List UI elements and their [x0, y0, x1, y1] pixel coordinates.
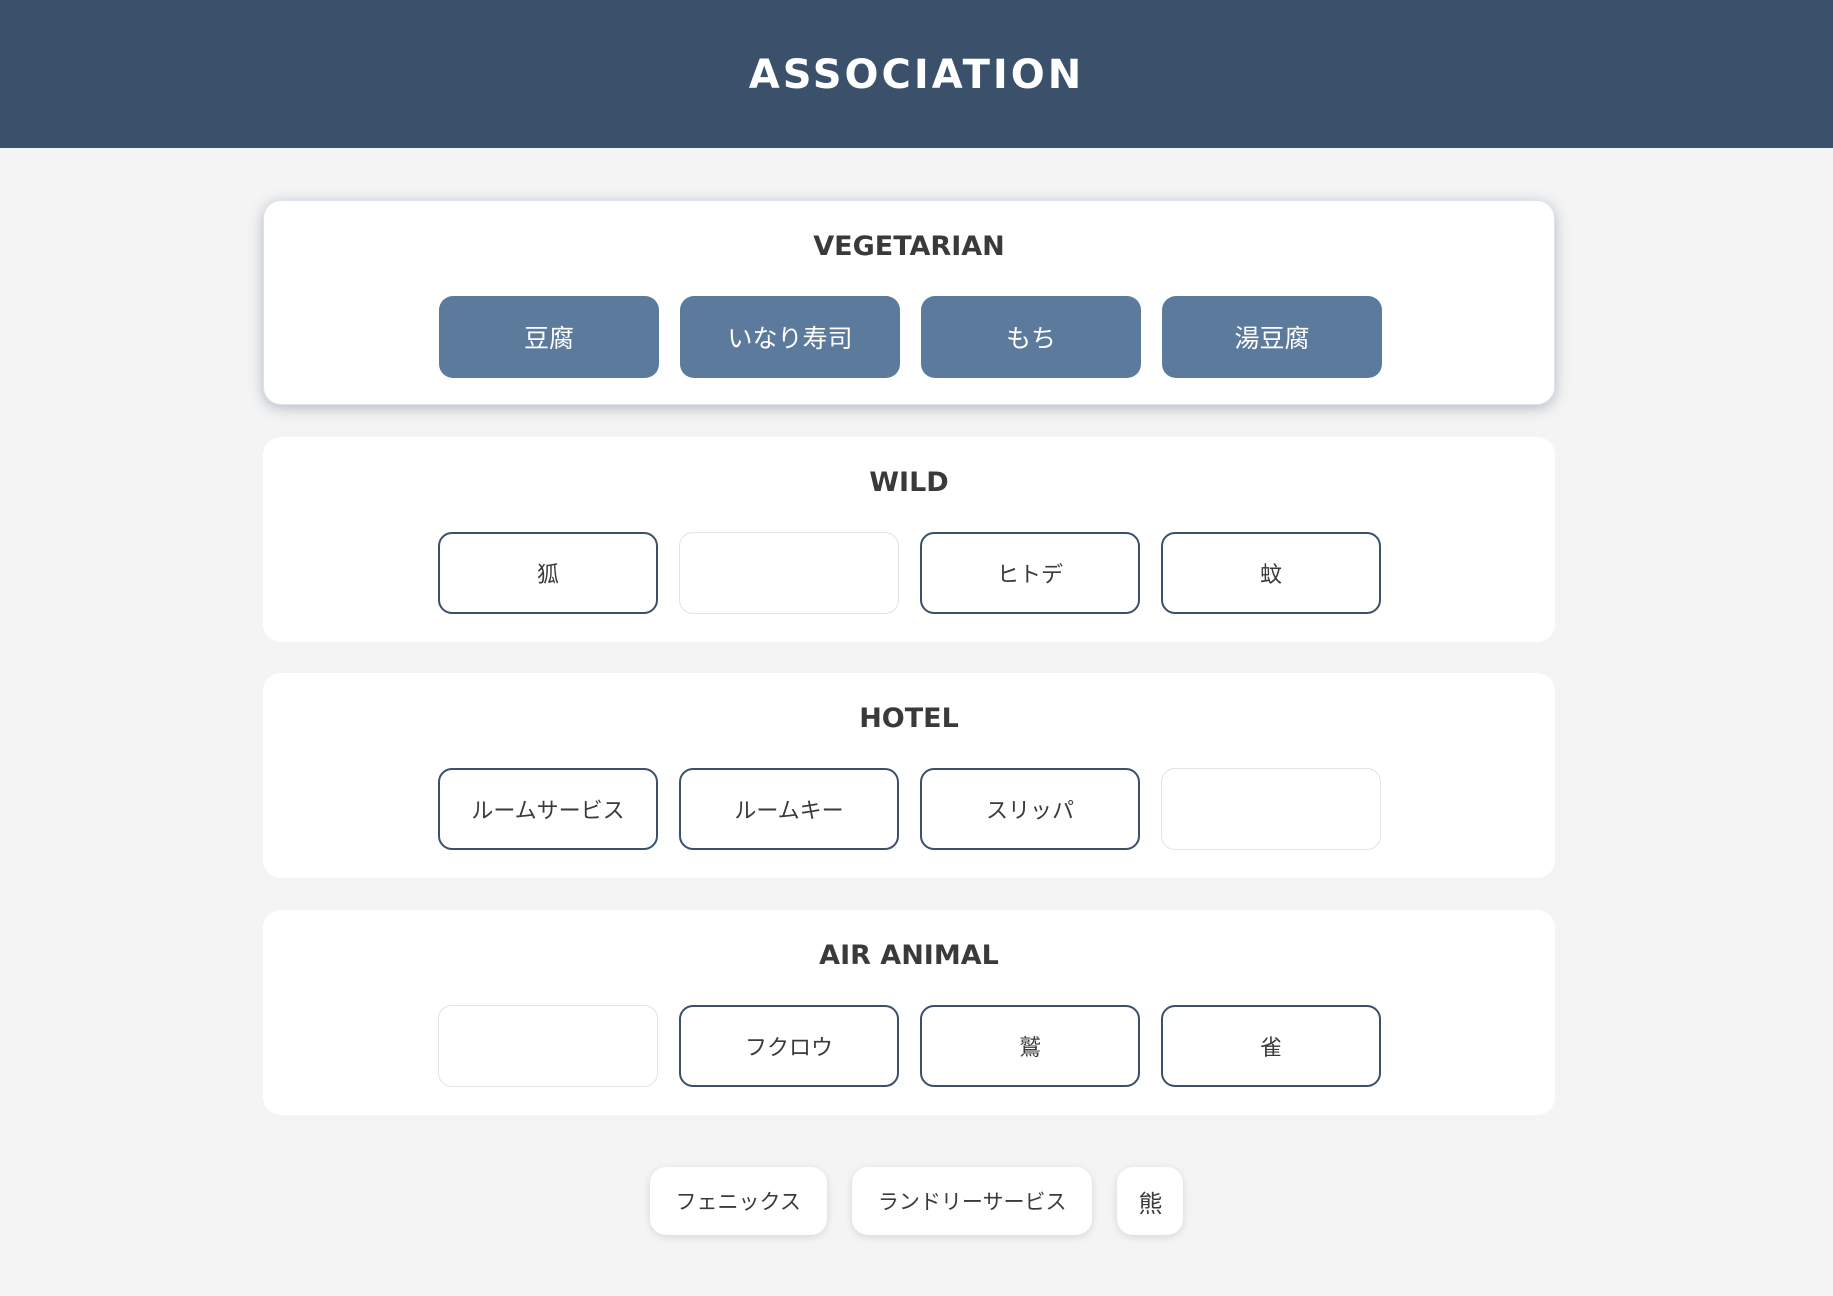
- group-title: WILD: [869, 467, 949, 498]
- word-tile[interactable]: 雀: [1161, 1005, 1381, 1087]
- word-pool: フェニックス ランドリーサービス 熊: [0, 1167, 1833, 1235]
- group-slots: 狐 ヒトデ 蚊: [438, 532, 1381, 614]
- word-tile[interactable]: ヒトデ: [920, 532, 1140, 614]
- word-tile[interactable]: 豆腐: [439, 296, 659, 378]
- group-title: VEGETARIAN: [813, 231, 1005, 262]
- empty-slot[interactable]: [438, 1005, 658, 1087]
- word-tile[interactable]: スリッパ: [920, 768, 1140, 850]
- empty-slot[interactable]: [679, 532, 899, 614]
- word-tile[interactable]: 狐: [438, 532, 658, 614]
- group-slots: 豆腐 いなり寿司 もち 湯豆腐: [439, 296, 1382, 378]
- group-card-wild: WILD 狐 ヒトデ 蚊: [263, 437, 1555, 642]
- word-tile[interactable]: ルームキー: [679, 768, 899, 850]
- group-slots: ルームサービス ルームキー スリッパ: [438, 768, 1381, 850]
- word-tile[interactable]: 湯豆腐: [1162, 296, 1382, 378]
- group-title: AIR ANIMAL: [819, 940, 999, 971]
- word-tile[interactable]: 鷲: [920, 1005, 1140, 1087]
- word-tile[interactable]: もち: [921, 296, 1141, 378]
- word-tile[interactable]: フクロウ: [679, 1005, 899, 1087]
- group-title: HOTEL: [859, 703, 959, 734]
- pool-word-chip[interactable]: ランドリーサービス: [851, 1167, 1093, 1235]
- group-card-hotel: HOTEL ルームサービス ルームキー スリッパ: [263, 673, 1555, 878]
- word-tile[interactable]: いなり寿司: [680, 296, 900, 378]
- pool-word-chip[interactable]: 熊: [1117, 1167, 1184, 1235]
- header-bar: ASSOCIATION: [0, 0, 1833, 148]
- game-title: ASSOCIATION: [748, 52, 1085, 98]
- word-tile[interactable]: 蚊: [1161, 532, 1381, 614]
- word-tile[interactable]: ルームサービス: [438, 768, 658, 850]
- empty-slot[interactable]: [1161, 768, 1381, 850]
- group-card-air-animal: AIR ANIMAL フクロウ 鷲 雀: [263, 910, 1555, 1115]
- group-card-vegetarian: VEGETARIAN 豆腐 いなり寿司 もち 湯豆腐: [263, 200, 1555, 405]
- pool-word-chip[interactable]: フェニックス: [649, 1167, 827, 1235]
- group-slots: フクロウ 鷲 雀: [438, 1005, 1381, 1087]
